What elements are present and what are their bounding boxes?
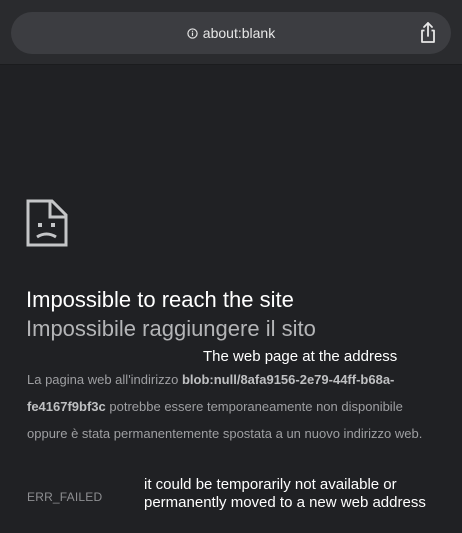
title-english: Impossible to reach the site	[26, 287, 294, 312]
description-prefix: La pagina web all'indirizzo	[27, 372, 182, 387]
annotation-unavailable: it could be temporarily not available or…	[144, 476, 426, 511]
browser-toolbar: about:blank	[0, 0, 462, 65]
share-icon[interactable]	[418, 21, 438, 45]
browser-window: about:blank Impossible to reach the site…	[0, 0, 462, 533]
annotation-address: The web page at the address	[203, 348, 398, 365]
broken-document-icon	[26, 199, 68, 247]
title-italian: Impossibile raggiungere il sito	[26, 316, 316, 341]
address-bar[interactable]: about:blank	[11, 12, 451, 54]
error-description: La pagina web all'indirizzo blob:null/8a…	[27, 366, 439, 447]
info-icon[interactable]	[187, 27, 198, 39]
address-text: about:blank	[202, 25, 276, 41]
error-code: ERR_FAILED	[27, 490, 103, 504]
address-display[interactable]: about:blank	[11, 12, 451, 54]
